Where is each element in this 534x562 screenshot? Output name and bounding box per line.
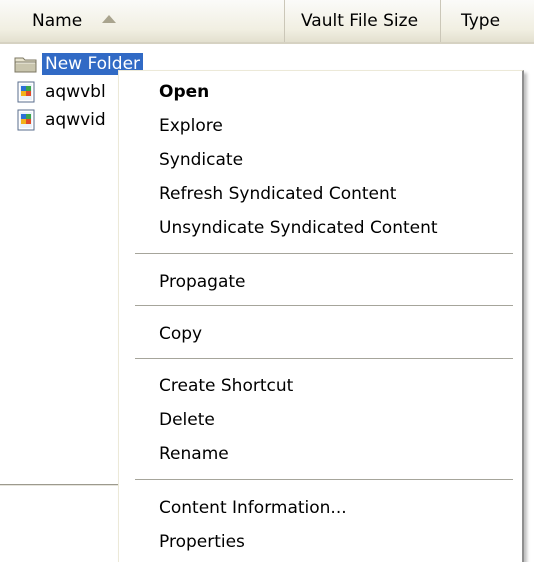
menu-item-copy[interactable]: Copy	[159, 319, 202, 349]
menu-separator	[135, 305, 513, 307]
menu-item-delete[interactable]: Delete	[159, 405, 215, 435]
menu-item-refresh-syndicated[interactable]: Refresh Syndicated Content	[159, 179, 396, 209]
folder-icon	[14, 57, 37, 73]
file-name: aqwvid	[45, 110, 106, 130]
menu-item-open[interactable]: Open	[159, 77, 209, 107]
menu-item-rename[interactable]: Rename	[159, 439, 229, 469]
menu-item-unsyndicate[interactable]: Unsyndicate Syndicated Content	[159, 213, 438, 243]
column-type-label: Type	[461, 11, 501, 31]
column-size-header[interactable]: Vault File Size	[284, 0, 440, 42]
menu-separator	[135, 253, 513, 255]
file-row-aqwvbl[interactable]: aqwvbl	[14, 78, 109, 106]
menu-item-syndicate[interactable]: Syndicate	[159, 145, 243, 175]
menu-separator	[135, 358, 513, 360]
document-icon	[17, 81, 35, 103]
pane-divider	[0, 484, 120, 486]
menu-item-explore[interactable]: Explore	[159, 111, 223, 141]
context-menu: Open Explore Syndicate Refresh Syndicate…	[118, 70, 524, 562]
menu-item-propagate[interactable]: Propagate	[159, 267, 246, 297]
column-name-header[interactable]: Name	[0, 0, 284, 42]
menu-separator	[135, 479, 513, 481]
column-size-label: Vault File Size	[301, 11, 419, 31]
column-name-label: Name	[32, 11, 83, 31]
document-icon	[17, 109, 35, 131]
menu-item-properties[interactable]: Properties	[159, 527, 245, 557]
column-type-header[interactable]: Type	[440, 0, 534, 42]
menu-item-create-shortcut[interactable]: Create Shortcut	[159, 371, 293, 401]
file-row-aqwvid[interactable]: aqwvid	[14, 106, 109, 134]
column-header: Name Vault File Size Type	[0, 0, 534, 44]
file-name: aqwvbl	[45, 82, 106, 102]
sort-ascending-icon	[102, 15, 117, 23]
file-list-window: Name Vault File Size Type New Folder aqw…	[0, 0, 534, 562]
menu-item-content-information[interactable]: Content Information...	[159, 493, 347, 523]
